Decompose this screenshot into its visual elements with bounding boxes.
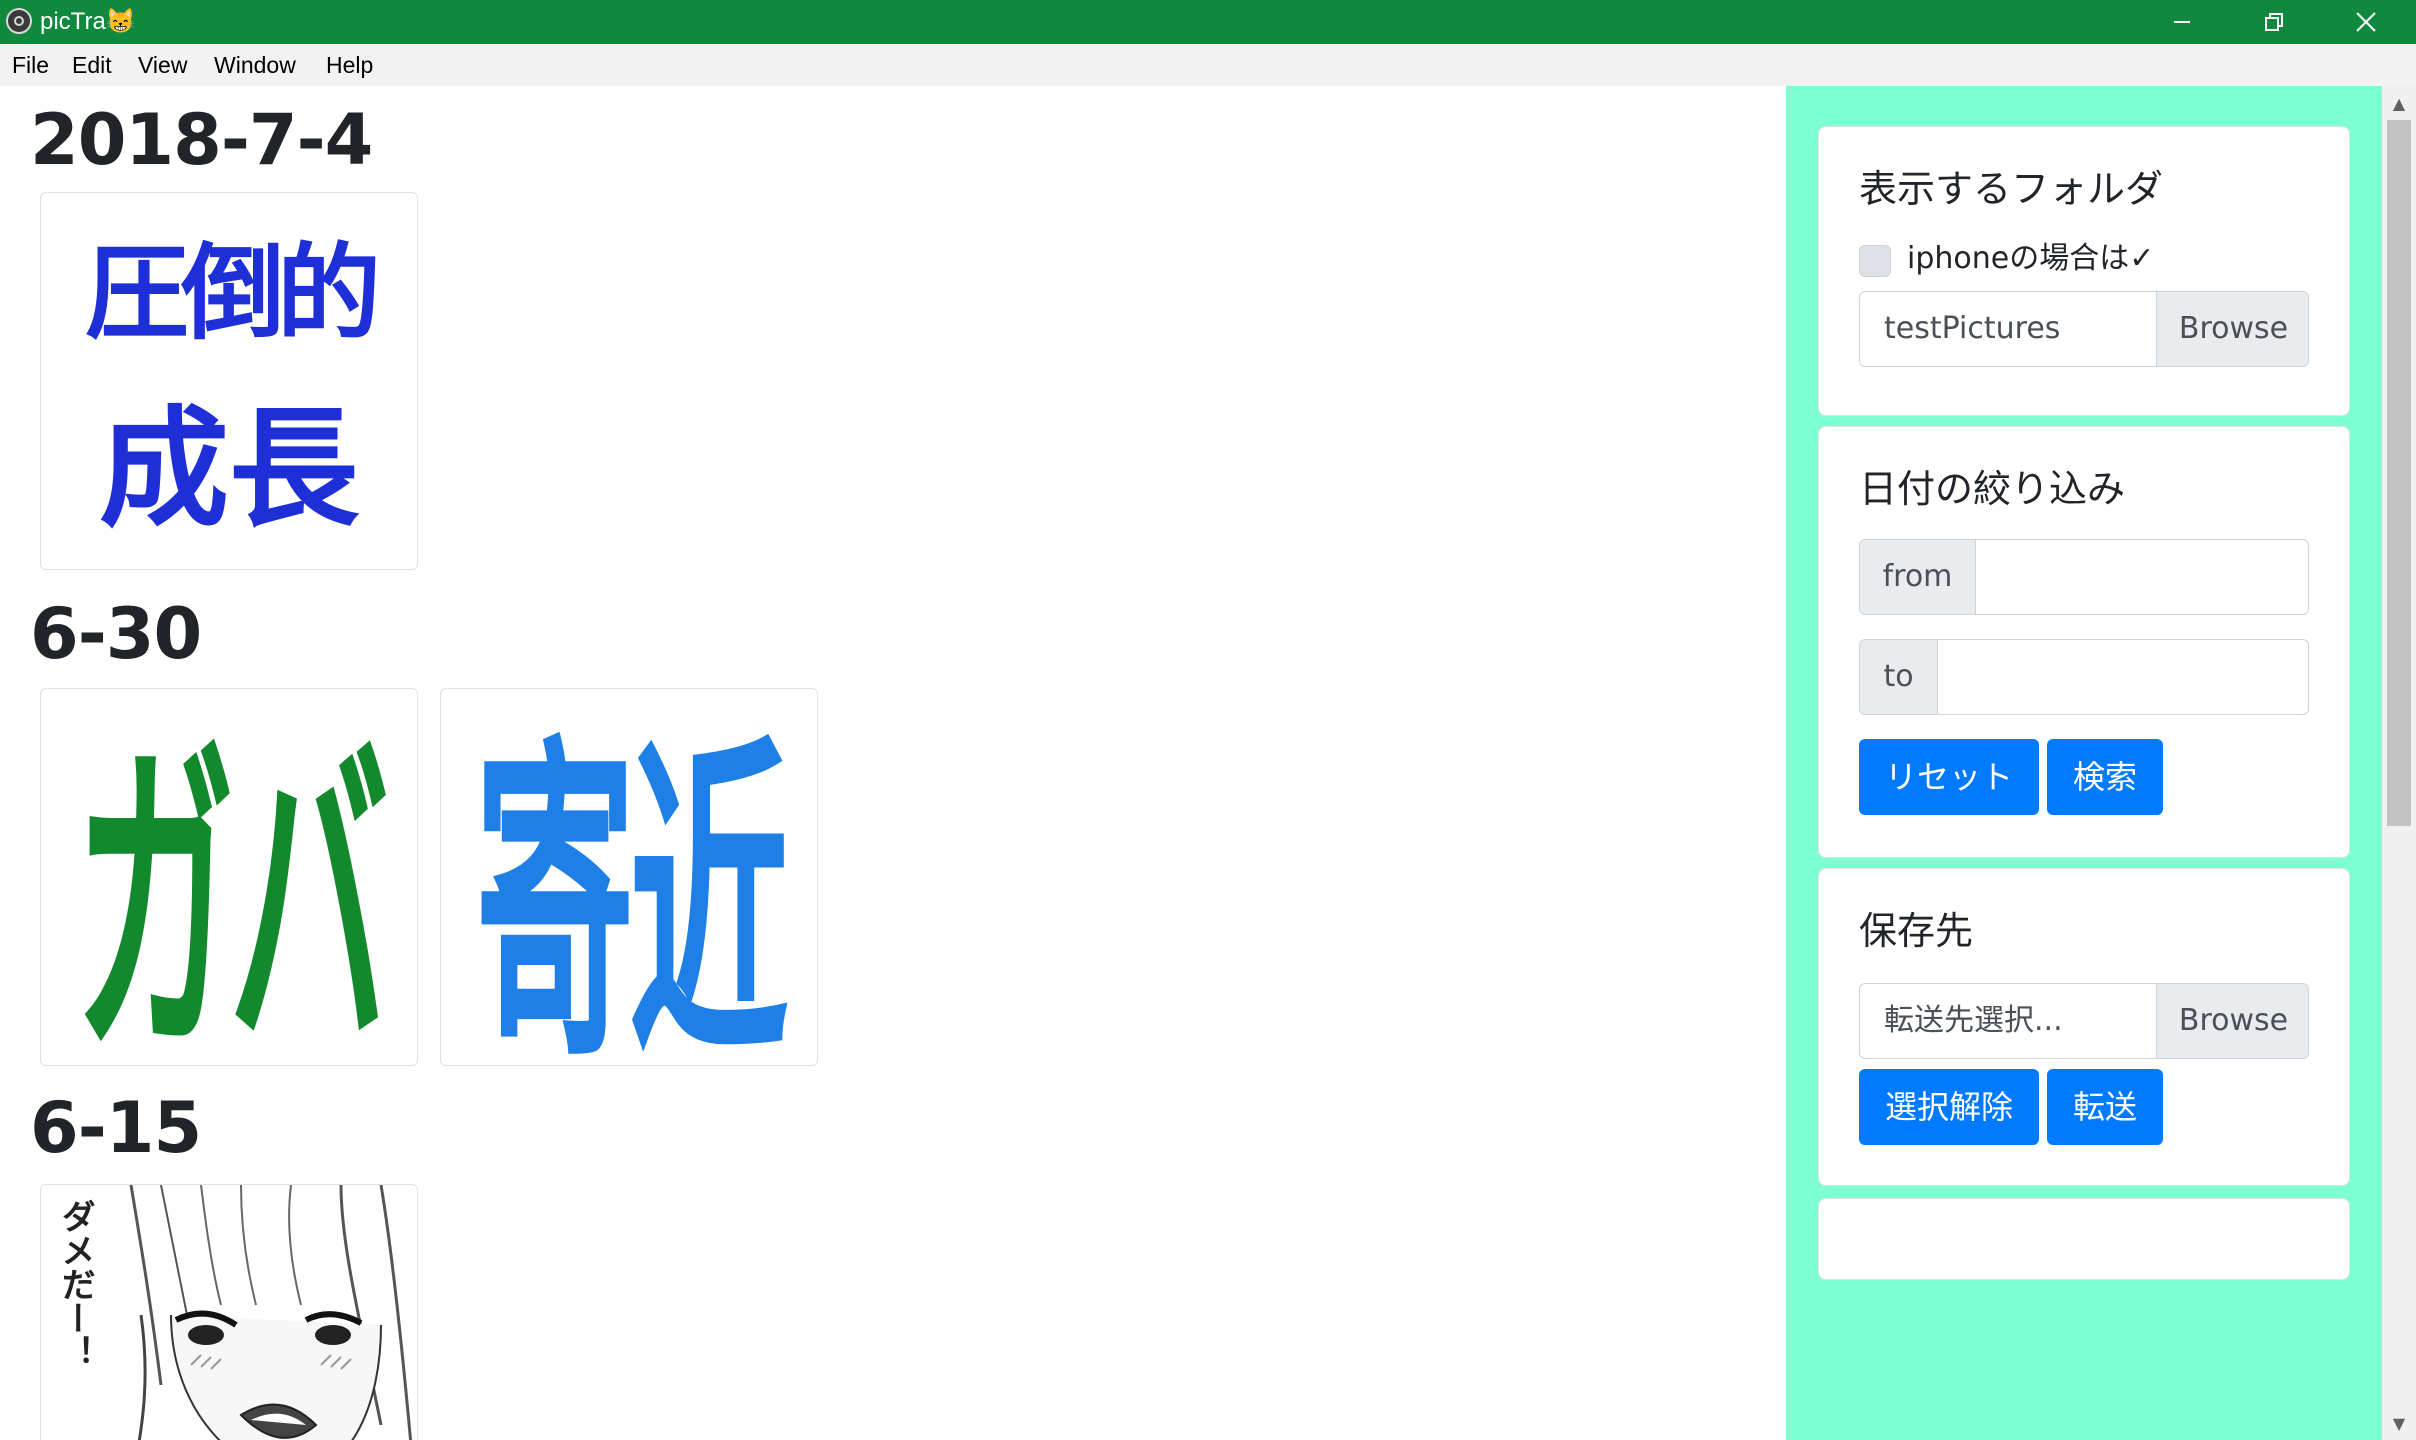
caret-up-icon: ▲	[2392, 93, 2406, 113]
folder-input[interactable]: testPictures	[1860, 292, 2156, 366]
close-button[interactable]	[2322, 0, 2410, 44]
date-heading: 6-30	[30, 593, 202, 675]
menu-edit[interactable]: Edit	[72, 52, 112, 78]
date-heading: 6-15	[30, 1087, 202, 1169]
photo-thumbnail[interactable]: ダメだー！	[40, 1184, 418, 1440]
iphone-checkbox-label: iphoneの場合は✓	[1907, 241, 2155, 276]
destination-title: 保存先	[1859, 909, 1974, 953]
clear-selection-button[interactable]: 選択解除	[1859, 1069, 2039, 1145]
date-heading: 2018-7-4	[30, 99, 373, 181]
photo-thumbnail[interactable]: 寄近	[440, 688, 818, 1066]
status-card	[1818, 1198, 2350, 1280]
manga-speech-text: ダメだー！	[55, 1199, 95, 1369]
title-bar: picTra😸	[0, 0, 2416, 44]
thumbnail-line: 圧倒的	[84, 232, 381, 354]
control-panel: 表示するフォルダ iphoneの場合は✓ testPictures Browse…	[1786, 86, 2382, 1440]
destination-card: 保存先 転送先選択... Browse 選択解除 転送	[1818, 868, 2350, 1186]
date-filter-card: 日付の絞り込み from to リセット 検索	[1818, 426, 2350, 858]
restore-icon	[2265, 13, 2283, 31]
menu-window[interactable]: Window	[214, 52, 296, 78]
thumbnail-line: ガバ	[74, 709, 389, 1066]
transfer-button[interactable]: 転送	[2047, 1069, 2163, 1145]
scrollbar-thumb[interactable]	[2387, 120, 2411, 826]
folder-browse-button[interactable]: Browse	[2156, 292, 2308, 366]
from-date-input[interactable]	[1976, 540, 2308, 614]
search-button[interactable]: 検索	[2047, 739, 2163, 815]
photo-thumbnail[interactable]: 圧倒的 成長	[40, 192, 418, 570]
iphone-checkbox[interactable]	[1859, 245, 1891, 277]
date-filter-title: 日付の絞り込み	[1859, 467, 2126, 511]
from-date-group: from	[1859, 539, 2309, 615]
thumbnail-text: 圧倒的 成長	[41, 193, 417, 569]
menu-view[interactable]: View	[138, 52, 187, 78]
minimize-icon	[2174, 21, 2190, 23]
vertical-scrollbar[interactable]: ▲ ▼	[2382, 86, 2416, 1440]
caret-down-icon: ▼	[2392, 1413, 2406, 1433]
reset-button[interactable]: リセット	[1859, 739, 2039, 815]
menu-file[interactable]: File	[12, 52, 49, 78]
to-date-input[interactable]	[1938, 640, 2308, 714]
thumbnail-line: 寄近	[474, 709, 789, 1066]
thumbnail-line: 成長	[98, 393, 359, 545]
gallery: 2018-7-4 圧倒的 成長 6-30 ガバ 寄近 6-15 ダメだー！	[0, 86, 1786, 1440]
scroll-up-button[interactable]: ▲	[2382, 86, 2416, 120]
manga-illustration	[41, 1185, 417, 1440]
restore-button[interactable]	[2230, 0, 2318, 44]
minimize-button[interactable]	[2138, 0, 2226, 44]
to-date-group: to	[1859, 639, 2309, 715]
electron-icon	[6, 8, 32, 34]
scroll-down-button[interactable]: ▼	[2382, 1406, 2416, 1440]
thumbnail-text: ガバ	[41, 689, 417, 1065]
destination-browse-button[interactable]: Browse	[2156, 984, 2308, 1058]
photo-thumbnail[interactable]: ガバ	[40, 688, 418, 1066]
from-label: from	[1860, 540, 1976, 614]
folder-picker: testPictures Browse	[1859, 291, 2309, 367]
close-icon	[2356, 12, 2376, 32]
folder-card-title: 表示するフォルダ	[1859, 167, 2164, 211]
menu-bar: File Edit View Window Help	[0, 44, 2416, 86]
thumbnail-text: 寄近	[441, 689, 817, 1065]
destination-input[interactable]: 転送先選択...	[1860, 984, 2156, 1058]
window-title: picTra😸	[40, 8, 136, 35]
menu-help[interactable]: Help	[326, 52, 373, 78]
destination-picker: 転送先選択... Browse	[1859, 983, 2309, 1059]
folder-card: 表示するフォルダ iphoneの場合は✓ testPictures Browse	[1818, 126, 2350, 416]
to-label: to	[1860, 640, 1938, 714]
